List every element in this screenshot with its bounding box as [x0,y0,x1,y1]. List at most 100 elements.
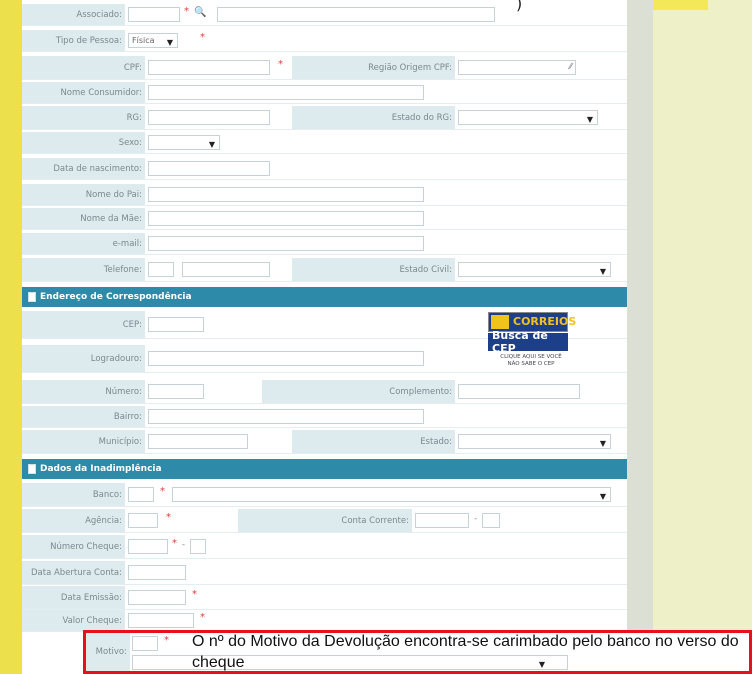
chevron-down-icon: ▼ [599,492,606,501]
municipio-label: Município: [22,430,145,453]
row-data-abertura: Data Abertura Conta: [22,561,627,585]
nome-pai-input[interactable] [148,187,424,202]
nome-mae-input[interactable] [148,211,424,226]
required-mark: * [278,59,283,70]
agencia-input[interactable] [128,513,158,528]
section-inadimplencia-header: Dados da Inadimplência [22,459,627,479]
tipo-pessoa-label: Tipo de Pessoa: [22,30,125,51]
conta-digit-input[interactable] [482,513,500,528]
row-telefone: Telefone: Estado Civil: ▼ [22,258,627,282]
row-data-nascimento: Data de nascimento: [22,158,627,180]
correios-caption-line1: CLIQUE AQUI SE VOCÊ [500,354,562,360]
busca-cep-label: Busca de CEP [488,329,568,355]
rg-label: RG: [22,106,145,129]
bairro-input[interactable] [148,409,424,424]
chevron-down-icon: ▼ [599,439,606,448]
row-numero-cheque: Número Cheque: * - [22,535,627,559]
banco-select[interactable]: ▼ [172,487,611,502]
row-cpf: CPF: * Região Origem CPF: ⁄⁄ [22,56,627,80]
banco-code-input[interactable] [128,487,154,502]
estado-label: Estado: [292,430,455,453]
nome-pai-label: Nome do Pai: [22,184,145,205]
data-emissao-input[interactable] [128,590,186,605]
required-mark: * [166,512,171,523]
motivo-code-input[interactable] [132,636,158,651]
numero-cheque-label: Número Cheque: [22,535,125,558]
municipio-input[interactable] [148,434,248,449]
regiao-cpf-label: Região Origem CPF: [292,56,455,79]
row-nome-pai: Nome do Pai: [22,184,627,206]
busca-cep-button[interactable]: CORREIOS Busca de CEP CLIQUE AQUI SE VOC… [468,310,576,374]
correios-caption: CLIQUE AQUI SE VOCÊ NÃO SABE O CEP [488,354,574,368]
agencia-label: Agência: [22,509,125,532]
required-mark: * [200,612,205,623]
left-background-strip [0,0,22,674]
document-icon [28,292,36,302]
logradouro-label: Logradouro: [22,345,145,372]
section-endereco-title: Endereço de Correspondência [40,292,192,302]
estado-civil-label: Estado Civil: [292,258,455,281]
required-mark: * [184,6,189,17]
correios-caption-line2: NÃO SABE O CEP [507,361,555,367]
nome-mae-label: Nome da Mãe: [22,208,145,229]
complemento-label: Complemento: [262,380,455,403]
regiao-cpf-input[interactable]: ⁄⁄ [458,60,576,75]
data-nascimento-input[interactable] [148,161,270,176]
sexo-select[interactable]: ▼ [148,135,220,150]
correios-brand: CORREIOS [513,315,577,328]
estado-rg-select[interactable]: ▼ [458,110,598,125]
associado-label: Associado: [22,4,125,25]
nome-consumidor-input[interactable] [148,85,424,100]
rg-input[interactable] [148,110,270,125]
telefone-input[interactable] [182,262,270,277]
logradouro-input[interactable] [148,351,424,366]
numero-label: Número: [22,380,145,403]
email-input[interactable] [148,236,424,251]
row-sexo: Sexo: ▼ [22,132,627,154]
chevron-down-icon: ▼ [599,267,606,276]
numero-input[interactable] [148,384,204,399]
estado-civil-select[interactable]: ▼ [458,262,611,277]
telefone-ddd-input[interactable] [148,262,174,277]
search-icon[interactable]: 🔍 [194,7,206,18]
cep-input[interactable] [148,317,204,332]
row-associado: Associado: * 🔍 [22,4,627,26]
valor-cheque-input[interactable] [128,613,194,628]
required-mark: * [164,635,169,646]
required-mark: * [200,32,205,43]
row-banco: Banco: * ▼ [22,483,627,507]
tipo-pessoa-select[interactable]: Física ▼ [128,33,178,48]
row-valor-cheque: Valor Cheque: * [22,610,627,632]
associado-name-input[interactable] [217,7,495,22]
row-municipio: Município: Estado: ▼ [22,430,627,454]
document-icon [28,464,36,474]
estado-select[interactable]: ▼ [458,434,611,449]
row-nome-consumidor: Nome Consumidor: [22,82,627,104]
chevron-down-icon: ▼ [586,115,593,124]
resize-icon: ⁄⁄ [569,62,572,71]
associado-code-input[interactable] [128,7,180,22]
row-email: e-mail: [22,233,627,255]
estado-rg-label: Estado do RG: [292,106,455,129]
motivo-note: O nº do Motivo da Devolução encontra-se … [192,633,739,671]
numero-cheque-input[interactable] [128,539,168,554]
data-abertura-input[interactable] [128,565,186,580]
row-nome-mae: Nome da Mãe: [22,208,627,230]
row-tipo-pessoa: Tipo de Pessoa: Física ▼ * [22,30,627,52]
right-panel [627,0,653,674]
complemento-input[interactable] [458,384,580,399]
section-endereco-header: Endereço de Correspondência [22,287,627,307]
cpf-input[interactable] [148,60,270,75]
bairro-label: Bairro: [22,406,145,427]
motivo-label: Motivo: [86,633,130,671]
nome-consumidor-label: Nome Consumidor: [22,82,145,103]
cheque-digit-input[interactable] [190,539,206,554]
cheque-separator: - [182,540,186,550]
data-emissao-label: Data Emissão: [22,586,125,609]
required-mark: * [192,589,197,600]
sexo-label: Sexo: [22,132,145,153]
conta-input[interactable] [415,513,469,528]
required-mark: * [160,486,165,497]
chevron-down-icon: ▼ [166,38,173,47]
data-abertura-label: Data Abertura Conta: [22,561,125,584]
